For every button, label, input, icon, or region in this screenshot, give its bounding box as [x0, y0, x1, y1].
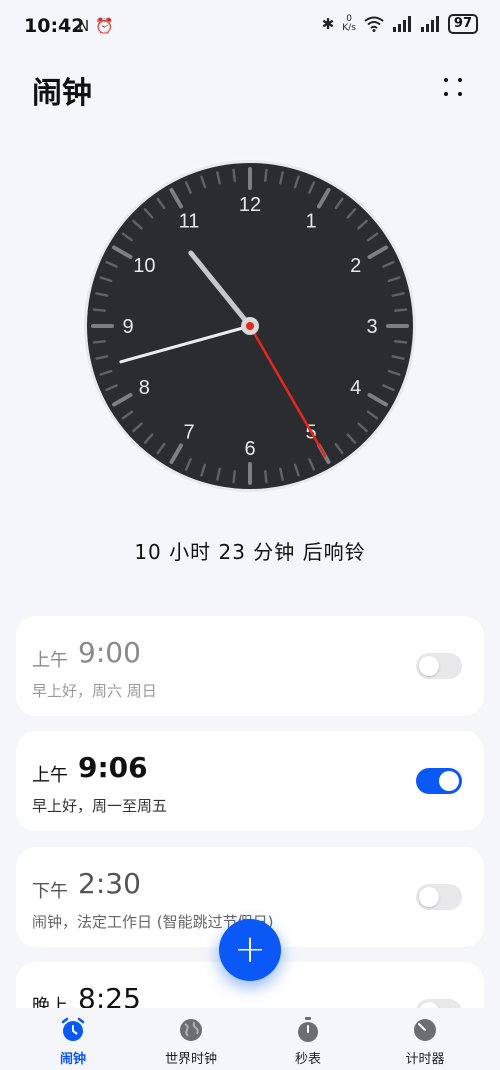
more-icon[interactable] — [444, 78, 464, 98]
plus-icon: + — [234, 927, 266, 971]
clock-numeral: 1 — [305, 210, 316, 232]
tab-label: 闹钟 — [59, 1052, 86, 1067]
alarm-card[interactable]: 上午 9:00 早上好，周六 周日 — [16, 616, 484, 716]
tab-label: 计时器 — [405, 1052, 445, 1067]
alarm-toggle[interactable] — [416, 884, 462, 910]
page-title: 闹钟 — [32, 76, 92, 111]
alarm-time: 9:06 — [78, 751, 148, 784]
next-alarm-countdown: 10 小时 23 分钟 后响铃 — [134, 540, 366, 564]
bluetooth-icon: ✱ — [321, 15, 335, 33]
alarm-period: 上午 — [32, 765, 68, 786]
alarm-status-icon: ⏰ — [95, 17, 114, 35]
tab-stopwatch[interactable]: 秒表 — [253, 1016, 363, 1067]
tab-timer[interactable]: 计时器 — [370, 1016, 480, 1067]
clock-face: 121234567891011 — [72, 148, 428, 504]
add-alarm-button[interactable]: + — [219, 919, 281, 981]
nfc-icon: N — [78, 17, 90, 35]
alarm-time: 9:00 — [78, 636, 141, 669]
clock-tick — [394, 340, 408, 344]
tab-label: 世界时钟 — [164, 1052, 217, 1067]
alarm-card[interactable]: 上午 9:06 早上好，周一至周五 — [16, 731, 484, 831]
alarm-toggle[interactable] — [416, 768, 462, 794]
alarm-period: 上午 — [32, 650, 68, 671]
clock-tick — [232, 168, 236, 182]
stopwatch-icon — [298, 1017, 318, 1042]
net-speed: 0 K/s — [342, 14, 356, 33]
alarm-period: 下午 — [32, 881, 68, 902]
alarm-time: 2:30 — [78, 867, 141, 900]
globe-icon — [180, 1019, 202, 1041]
clock-numeral: 7 — [183, 422, 194, 444]
clock-center-dot — [246, 322, 254, 330]
alarm-toggle[interactable] — [416, 653, 462, 679]
clock-tick — [92, 308, 106, 312]
clock-numeral: 3 — [366, 316, 377, 338]
clock-tick — [232, 470, 236, 484]
tab-world-clock[interactable]: 世界时钟 — [136, 1016, 246, 1067]
clock-numeral: 2 — [350, 255, 361, 277]
clock-numeral: 10 — [133, 255, 155, 277]
clock-tick — [264, 470, 268, 484]
status-bar: 10:42 N ⏰ ✱ 0 K/s 97 — [0, 0, 500, 56]
tab-label: 秒表 — [294, 1052, 321, 1067]
wifi-icon — [364, 16, 384, 32]
clock-tick — [394, 308, 408, 312]
battery-indicator: 97 — [447, 14, 478, 34]
clock-numeral: 4 — [350, 377, 361, 399]
alarm-description: 早上好，周一至周五 — [32, 797, 168, 815]
clock-numeral: 11 — [179, 210, 200, 232]
clock-numeral: 8 — [139, 377, 150, 399]
clock-tick — [92, 340, 106, 344]
timer-icon — [414, 1019, 436, 1041]
status-time: 10:42 — [24, 15, 85, 37]
bottom-navigation: 闹钟 世界时钟 秒表 计时器 — [0, 1008, 500, 1070]
alarm-clock-icon — [61, 1017, 85, 1041]
signal-icon — [420, 16, 439, 32]
clock-numeral: 9 — [122, 316, 133, 338]
tab-alarm[interactable]: 闹钟 — [18, 1016, 128, 1067]
alarm-description: 早上好，周六 周日 — [32, 682, 157, 700]
clock-numeral: 6 — [244, 438, 255, 460]
analog-clock: 121234567891011 — [70, 146, 430, 506]
clock-numeral: 12 — [239, 194, 261, 216]
signal-icon — [392, 16, 411, 32]
clock-tick — [264, 168, 268, 182]
